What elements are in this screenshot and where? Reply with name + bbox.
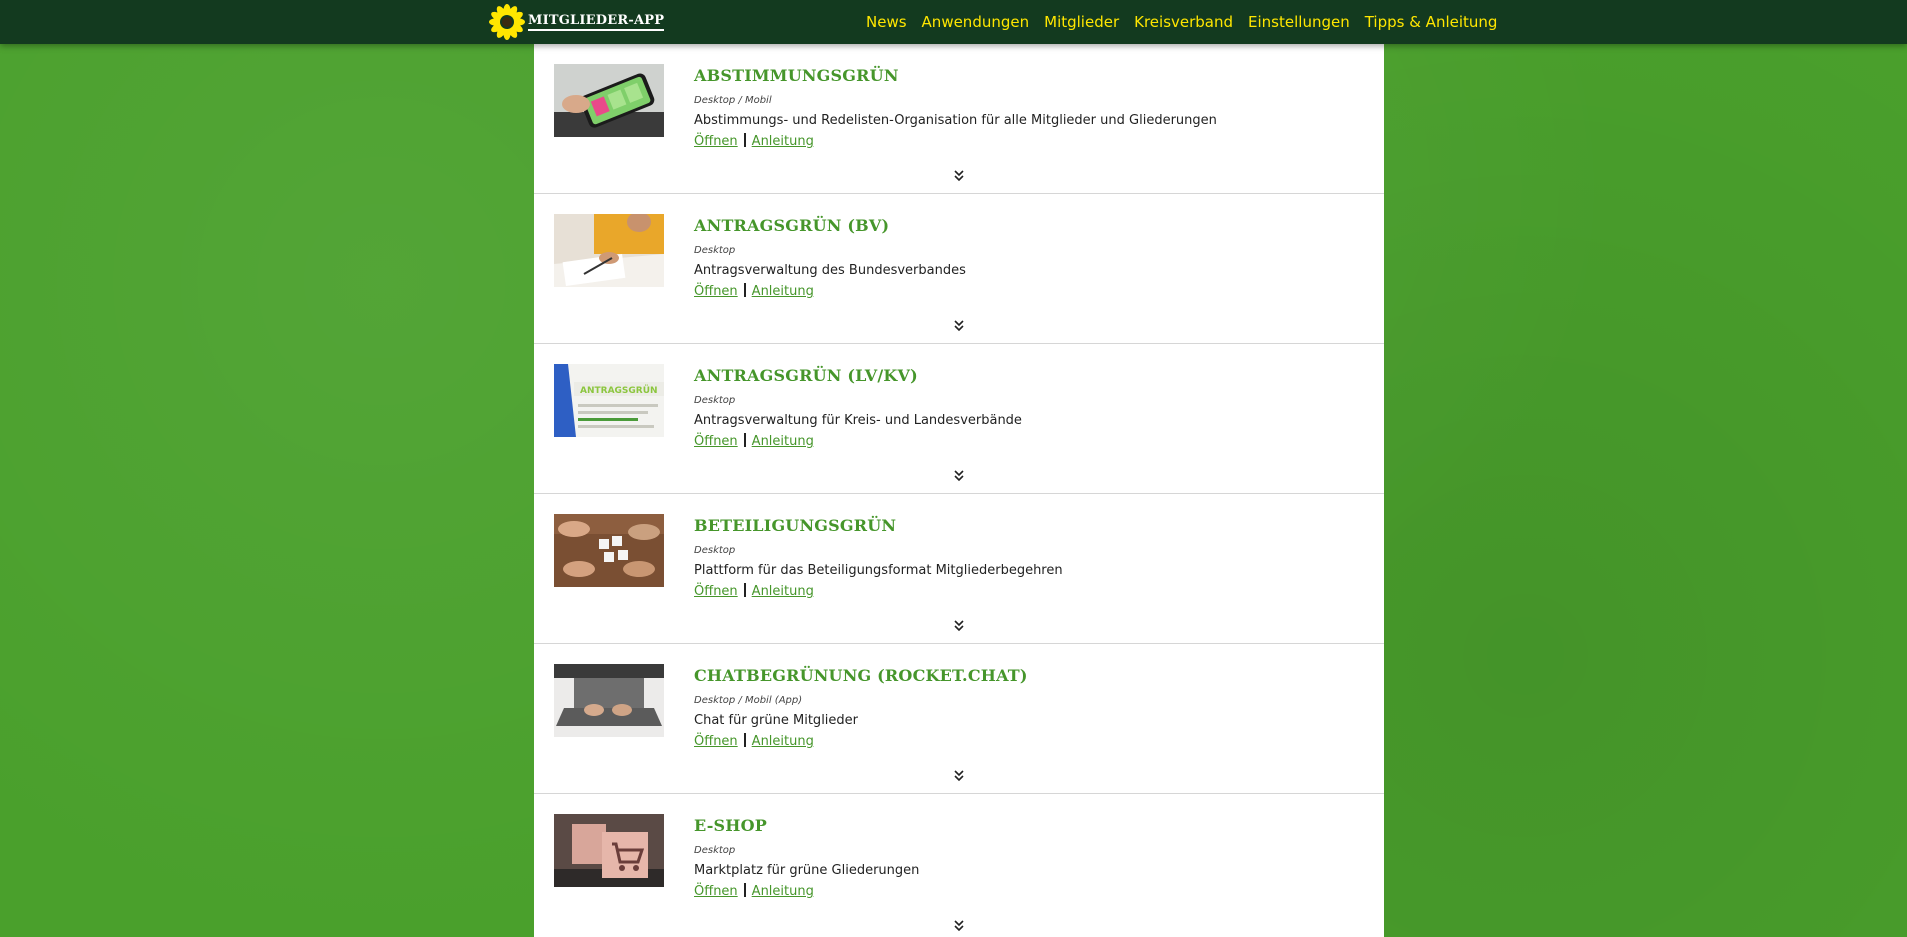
app-info: E-SHOP Desktop Marktplatz für grüne Glie… [694, 816, 1364, 901]
app-description: Marktplatz für grüne Gliederungen [694, 863, 920, 878]
guide-link[interactable]: Anleitung [752, 734, 814, 749]
app-info: CHATBEGRÜNUNG (ROCKET.CHAT) Desktop / Mo… [694, 666, 1364, 751]
expand-chevron-icon[interactable] [952, 769, 966, 783]
nav-mitglieder[interactable]: Mitglieder [1044, 13, 1119, 31]
app-row-antragsgruen-lv-kv: ANTRAGSGRÜN ANTRAGSGRÜN (LV/KV) Desktop … [534, 344, 1384, 494]
main-navigation: News Anwendungen Mitglieder Kreisverband… [866, 0, 1512, 44]
expand-chevron-icon[interactable] [952, 919, 966, 933]
nav-news[interactable]: News [866, 13, 907, 31]
app-title: ANTRAGSGRÜN (BV) [694, 216, 890, 235]
phone-voting-image [554, 64, 664, 137]
top-navigation-bar: MITGLIEDER-APP News Anwendungen Mitglied… [0, 0, 1907, 44]
link-separator [743, 283, 746, 297]
app-links: Öffnen Anleitung [694, 283, 1364, 301]
open-link[interactable]: Öffnen [694, 134, 738, 149]
link-separator [743, 433, 746, 447]
guide-link[interactable]: Anleitung [752, 134, 814, 149]
app-platform: Desktop [694, 545, 736, 556]
app-platform: Desktop [694, 845, 736, 856]
app-links: Öffnen Anleitung [694, 583, 1364, 601]
app-platform: Desktop [694, 245, 736, 256]
expand-chevron-icon[interactable] [952, 169, 966, 183]
app-row-chatbegruenung: CHATBEGRÜNUNG (ROCKET.CHAT) Desktop / Mo… [534, 644, 1384, 794]
expand-chevron-icon[interactable] [952, 619, 966, 633]
logo-text: MITGLIEDER-APP [528, 14, 665, 31]
nav-anwendungen[interactable]: Anwendungen [922, 13, 1030, 31]
app-description: Antragsverwaltung für Kreis- und Landesv… [694, 413, 1022, 428]
app-links: Öffnen Anleitung [694, 733, 1364, 751]
app-links: Öffnen Anleitung [694, 883, 1364, 901]
open-link[interactable]: Öffnen [694, 884, 738, 899]
nav-kreisverband[interactable]: Kreisverband [1134, 13, 1233, 31]
app-description: Antragsverwaltung des Bundesverbandes [694, 263, 966, 278]
sunflower-logo-icon [489, 4, 525, 40]
app-description: Abstimmungs- und Redelisten-Organisation… [694, 113, 1217, 128]
applications-list: ABSTIMMUNGSGRÜN Desktop / Mobil Abstimmu… [534, 44, 1384, 937]
signing-document-image [554, 214, 664, 287]
app-row-e-shop: E-SHOP Desktop Marktplatz für grüne Glie… [534, 794, 1384, 937]
shopping-cart-box-image [554, 814, 664, 887]
open-link[interactable]: Öffnen [694, 284, 738, 299]
app-title: ABSTIMMUNGSGRÜN [694, 66, 899, 85]
app-description: Chat für grüne Mitglieder [694, 713, 859, 728]
antragsgruen-screen-image: ANTRAGSGRÜN [554, 364, 664, 437]
app-info: BETEILIGUNGSGRÜN Desktop Plattform für d… [694, 516, 1364, 601]
nav-einstellungen[interactable]: Einstellungen [1248, 13, 1350, 31]
puzzle-hands-image [554, 514, 664, 587]
laptop-typing-image [554, 664, 664, 737]
app-logo[interactable]: MITGLIEDER-APP [487, 2, 665, 42]
app-platform: Desktop [694, 395, 736, 406]
app-platform: Desktop / Mobil [694, 95, 772, 106]
app-platform: Desktop / Mobil (App) [694, 695, 803, 706]
app-description: Plattform für das Beteiligungsformat Mit… [694, 563, 1063, 578]
guide-link[interactable]: Anleitung [752, 284, 814, 299]
link-separator [743, 733, 746, 747]
expand-chevron-icon[interactable] [952, 319, 966, 333]
guide-link[interactable]: Anleitung [752, 584, 814, 599]
app-title: ANTRAGSGRÜN (LV/KV) [694, 366, 918, 385]
app-links: Öffnen Anleitung [694, 133, 1364, 151]
app-row-abstimmungsgruen: ABSTIMMUNGSGRÜN Desktop / Mobil Abstimmu… [534, 44, 1384, 194]
app-links: Öffnen Anleitung [694, 433, 1364, 451]
app-row-antragsgruen-bv: ANTRAGSGRÜN (BV) Desktop Antragsverwaltu… [534, 194, 1384, 344]
guide-link[interactable]: Anleitung [752, 884, 814, 899]
app-row-beteiligungsgruen: BETEILIGUNGSGRÜN Desktop Plattform für d… [534, 494, 1384, 644]
open-link[interactable]: Öffnen [694, 434, 738, 449]
open-link[interactable]: Öffnen [694, 734, 738, 749]
screen-logo-text: ANTRAGSGRÜN [580, 385, 658, 396]
guide-link[interactable]: Anleitung [752, 434, 814, 449]
open-link[interactable]: Öffnen [694, 584, 738, 599]
expand-chevron-icon[interactable] [952, 469, 966, 483]
link-separator [743, 883, 746, 897]
app-title: E-SHOP [694, 816, 767, 835]
app-info: ABSTIMMUNGSGRÜN Desktop / Mobil Abstimmu… [694, 66, 1364, 151]
link-separator [743, 583, 746, 597]
app-info: ANTRAGSGRÜN (LV/KV) Desktop Antragsverwa… [694, 366, 1364, 451]
app-title: BETEILIGUNGSGRÜN [694, 516, 897, 535]
app-info: ANTRAGSGRÜN (BV) Desktop Antragsverwaltu… [694, 216, 1364, 301]
link-separator [743, 133, 746, 147]
app-title: CHATBEGRÜNUNG (ROCKET.CHAT) [694, 666, 1028, 685]
nav-tipps-anleitung[interactable]: Tipps & Anleitung [1365, 13, 1498, 31]
